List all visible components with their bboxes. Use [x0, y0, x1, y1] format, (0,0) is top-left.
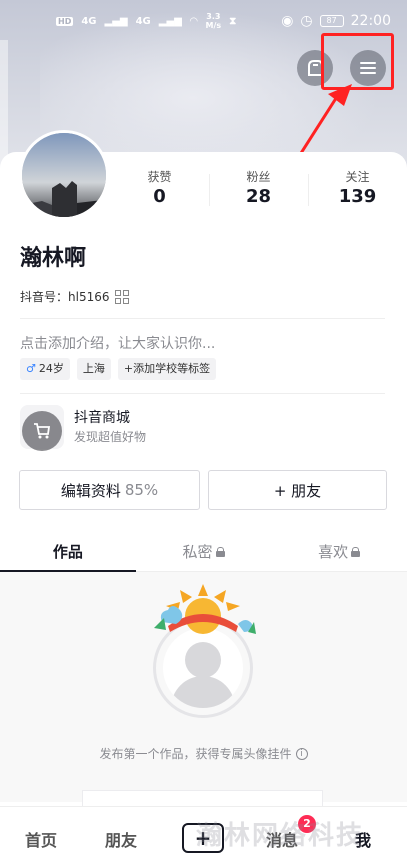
info-icon[interactable]: i [295, 747, 308, 760]
mall-text: 抖音商城 发现超值好物 [74, 408, 146, 446]
eye-icon: ◉ [281, 13, 294, 29]
stat-value: 139 [338, 186, 377, 207]
messages-badge: 2 [298, 815, 316, 833]
mall-subtitle: 发现超值好物 [74, 430, 147, 444]
male-icon: ♂ [26, 362, 36, 375]
signal-4g-label: 4G [81, 15, 97, 27]
add-school-text: +添加学校等标签 [123, 362, 211, 375]
profile-tags: ♂ 24岁 上海 +添加学校等标签 [20, 358, 217, 380]
stat-following[interactable]: 关注 139 [308, 168, 407, 212]
qr-code-icon[interactable] [115, 289, 130, 304]
intro-placeholder[interactable]: 点击添加介绍，让大家认识你... [20, 333, 215, 353]
douyin-id[interactable]: 抖音号：hl5166 [20, 288, 130, 305]
content-tabs: 作品 私密 喜欢 [0, 532, 407, 572]
status-right: ◉ ◷ 87 22:00 [281, 13, 391, 29]
alarm-icon: ◷ [300, 13, 313, 29]
clock-time: 22:00 [350, 13, 391, 29]
stat-followers[interactable]: 粉丝 28 [209, 168, 308, 212]
cart-icon [22, 411, 62, 451]
empty-state-message: 发布第一个作品，获得专属头像挂件 i [0, 745, 407, 762]
nav-friends[interactable]: 朋友 [105, 827, 137, 851]
divider [20, 318, 385, 319]
signal-bars-icon: ▂▄▆ [104, 15, 128, 27]
stat-value: 28 [245, 186, 272, 207]
lock-icon [351, 546, 361, 557]
stat-label: 粉丝 [246, 170, 271, 184]
nav-messages[interactable]: 消息 [266, 827, 298, 851]
tab-label: 作品 [52, 542, 83, 561]
edit-profile-label: 编辑资料 [60, 481, 121, 500]
signal-4g-label-2: 4G [135, 15, 151, 27]
age-text: 24岁 [38, 362, 64, 375]
nav-me[interactable]: 我 [355, 827, 371, 851]
mall-entry[interactable]: 抖音商城 发现超值好物 [20, 402, 146, 452]
stat-label: 获赞 [147, 170, 172, 184]
stats-row: 获赞 0 粉丝 28 关注 139 [110, 168, 407, 212]
action-buttons: 编辑资料 85% + 朋友 [19, 470, 387, 510]
tab-label: 喜欢 [318, 542, 349, 561]
mall-icon-bg [20, 405, 64, 451]
avatar[interactable] [19, 130, 109, 220]
battery-icon: 87 [319, 15, 344, 27]
net-speed: 3.3 M/s [205, 12, 222, 30]
empty-state-text: 发布第一个作品，获得专属头像挂件 [99, 747, 292, 761]
stat-value: 0 [153, 186, 166, 207]
tab-private[interactable]: 私密 [136, 532, 272, 571]
stat-label: 关注 [345, 170, 370, 184]
lock-icon [215, 546, 225, 557]
profile-completion: 85% [124, 481, 159, 499]
location-tag[interactable]: 上海 [76, 358, 111, 380]
status-left: HD 4G ▂▄▆ 4G ▂▄▆ ◠ 3.3 M/s ⧗ [56, 12, 236, 30]
add-school-tag[interactable]: +添加学校等标签 [117, 358, 217, 380]
tab-likes[interactable]: 喜欢 [271, 532, 407, 571]
age-tag[interactable]: ♂ 24岁 [20, 358, 70, 380]
wifi-icon: ◠ [189, 15, 198, 27]
tab-works[interactable]: 作品 [0, 532, 136, 572]
create-button[interactable]: + [182, 823, 224, 853]
edit-profile-button[interactable]: 编辑资料 85% [19, 470, 200, 510]
location-text: 上海 [82, 362, 105, 375]
hd-indicator: HD [56, 16, 74, 26]
tab-label: 私密 [182, 542, 213, 561]
nav-home[interactable]: 首页 [25, 827, 57, 851]
add-friend-label: + 朋友 [273, 481, 322, 500]
signal-bars-icon-2: ▂▄▆ [158, 15, 182, 27]
sun-pendant-icon [154, 584, 256, 634]
username: 瀚林啊 [20, 246, 87, 271]
bottom-nav: 首页 朋友 + 消息 2 我 [0, 806, 407, 868]
plus-icon: + [194, 826, 212, 850]
hourglass-icon: ⧗ [229, 15, 237, 27]
add-friend-button[interactable]: + 朋友 [208, 470, 387, 510]
divider [20, 393, 385, 394]
stat-likes[interactable]: 获赞 0 [110, 168, 209, 212]
douyin-id-text: 抖音号：hl5166 [20, 290, 110, 304]
mall-title: 抖音商城 [74, 410, 130, 426]
